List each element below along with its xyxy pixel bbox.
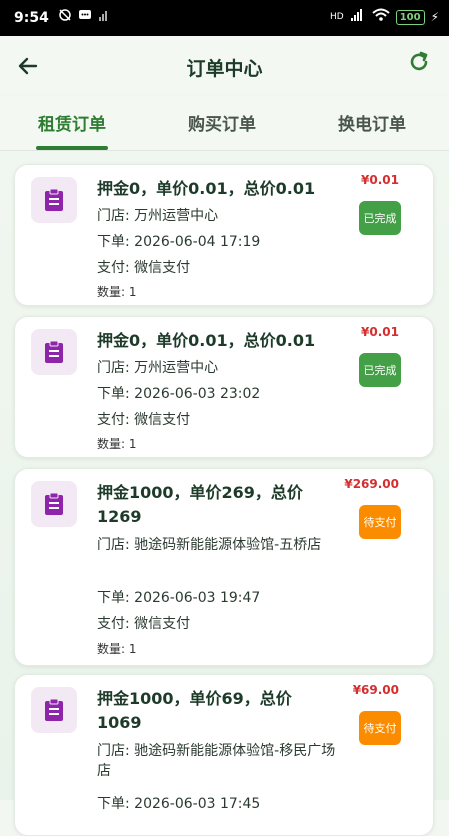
order-store: 门店: 万州运营中心 <box>97 360 219 376</box>
order-status-button[interactable]: 待支付 <box>359 711 401 745</box>
order-store: 门店: 驰途码新能能源体验馆-移民广场店 <box>97 743 336 779</box>
clipboard-icon <box>45 188 63 211</box>
order-title: 押金1000，单价269，总价1269 <box>97 483 303 526</box>
order-quantity: 数量: 1 <box>97 642 137 656</box>
clipboard-icon <box>45 492 63 515</box>
network-label: HD <box>329 12 344 22</box>
tab-purchase-orders[interactable]: 购买订单 <box>152 110 292 135</box>
wifi-icon <box>372 8 390 26</box>
order-quantity: 数量: 1 <box>97 437 137 451</box>
order-payment: 支付: 微信支付 <box>97 616 191 632</box>
signal-x-icon <box>98 8 110 26</box>
order-price: ¥0.01 <box>361 173 399 187</box>
signal-icon <box>350 8 366 26</box>
status-bar: 9:54 HD 100 ⚡ <box>0 0 449 36</box>
order-time: 下单: 2026-06-04 17:19 <box>97 234 261 250</box>
order-status-button[interactable]: 待支付 <box>359 505 401 539</box>
order-price: ¥69.00 <box>352 683 399 697</box>
battery-indicator: 100 <box>395 9 425 25</box>
order-time: 下单: 2026-06-03 17:45 <box>97 796 261 812</box>
charging-icon: ⚡ <box>430 10 439 24</box>
order-title: 押金0，单价0.01，总价0.01 <box>97 331 316 350</box>
alarm-off-icon <box>58 8 72 26</box>
page-title: 订单中心 <box>186 58 263 80</box>
order-price: ¥269.00 <box>344 477 399 491</box>
order-price: ¥0.01 <box>361 325 399 339</box>
order-card[interactable]: 押金1000，单价69，总价1069 门店: 驰途码新能能源体验馆-移民广场店 … <box>14 674 434 836</box>
order-tabs: 租赁订单 购买订单 换电订单 <box>0 96 449 151</box>
order-quantity: 数量: 1 <box>97 285 137 299</box>
order-title: 押金0，单价0.01，总价0.01 <box>97 179 316 198</box>
app-header: 订单中心 <box>0 36 449 94</box>
order-card[interactable]: 押金1000，单价269，总价1269 门店: 驰途码新能能源体验馆-五桥店 下… <box>14 468 434 666</box>
order-title: 押金1000，单价69，总价1069 <box>97 689 292 732</box>
order-status-button[interactable]: 已完成 <box>359 201 401 235</box>
order-icon-box <box>31 687 77 733</box>
active-tab-indicator <box>36 146 108 150</box>
order-payment: 支付: 微信支付 <box>97 260 191 276</box>
order-icon-box <box>31 177 77 223</box>
order-payment: 支付: 微信支付 <box>97 412 191 428</box>
order-store: 门店: 驰途码新能能源体验馆-五桥店 <box>97 537 322 553</box>
order-icon-box <box>31 329 77 375</box>
tab-rental-orders[interactable]: 租赁订单 <box>2 110 142 135</box>
order-icon-box <box>31 481 77 527</box>
status-time: 9:54 <box>14 10 49 26</box>
clipboard-icon <box>45 698 63 721</box>
order-time: 下单: 2026-06-03 19:47 <box>97 590 261 606</box>
order-store: 门店: 万州运营中心 <box>97 208 219 224</box>
clipboard-icon <box>45 340 63 363</box>
order-card[interactable]: 押金0，单价0.01，总价0.01 门店: 万州运营中心 下单: 2026-06… <box>14 164 434 306</box>
order-status-button[interactable]: 已完成 <box>359 353 401 387</box>
tab-swap-orders[interactable]: 换电订单 <box>302 110 442 135</box>
order-card[interactable]: 押金0，单价0.01，总价0.01 门店: 万州运营中心 下单: 2026-06… <box>14 316 434 458</box>
refresh-icon[interactable] <box>407 50 431 74</box>
message-icon <box>78 8 92 26</box>
order-time: 下单: 2026-06-03 23:02 <box>97 386 261 402</box>
